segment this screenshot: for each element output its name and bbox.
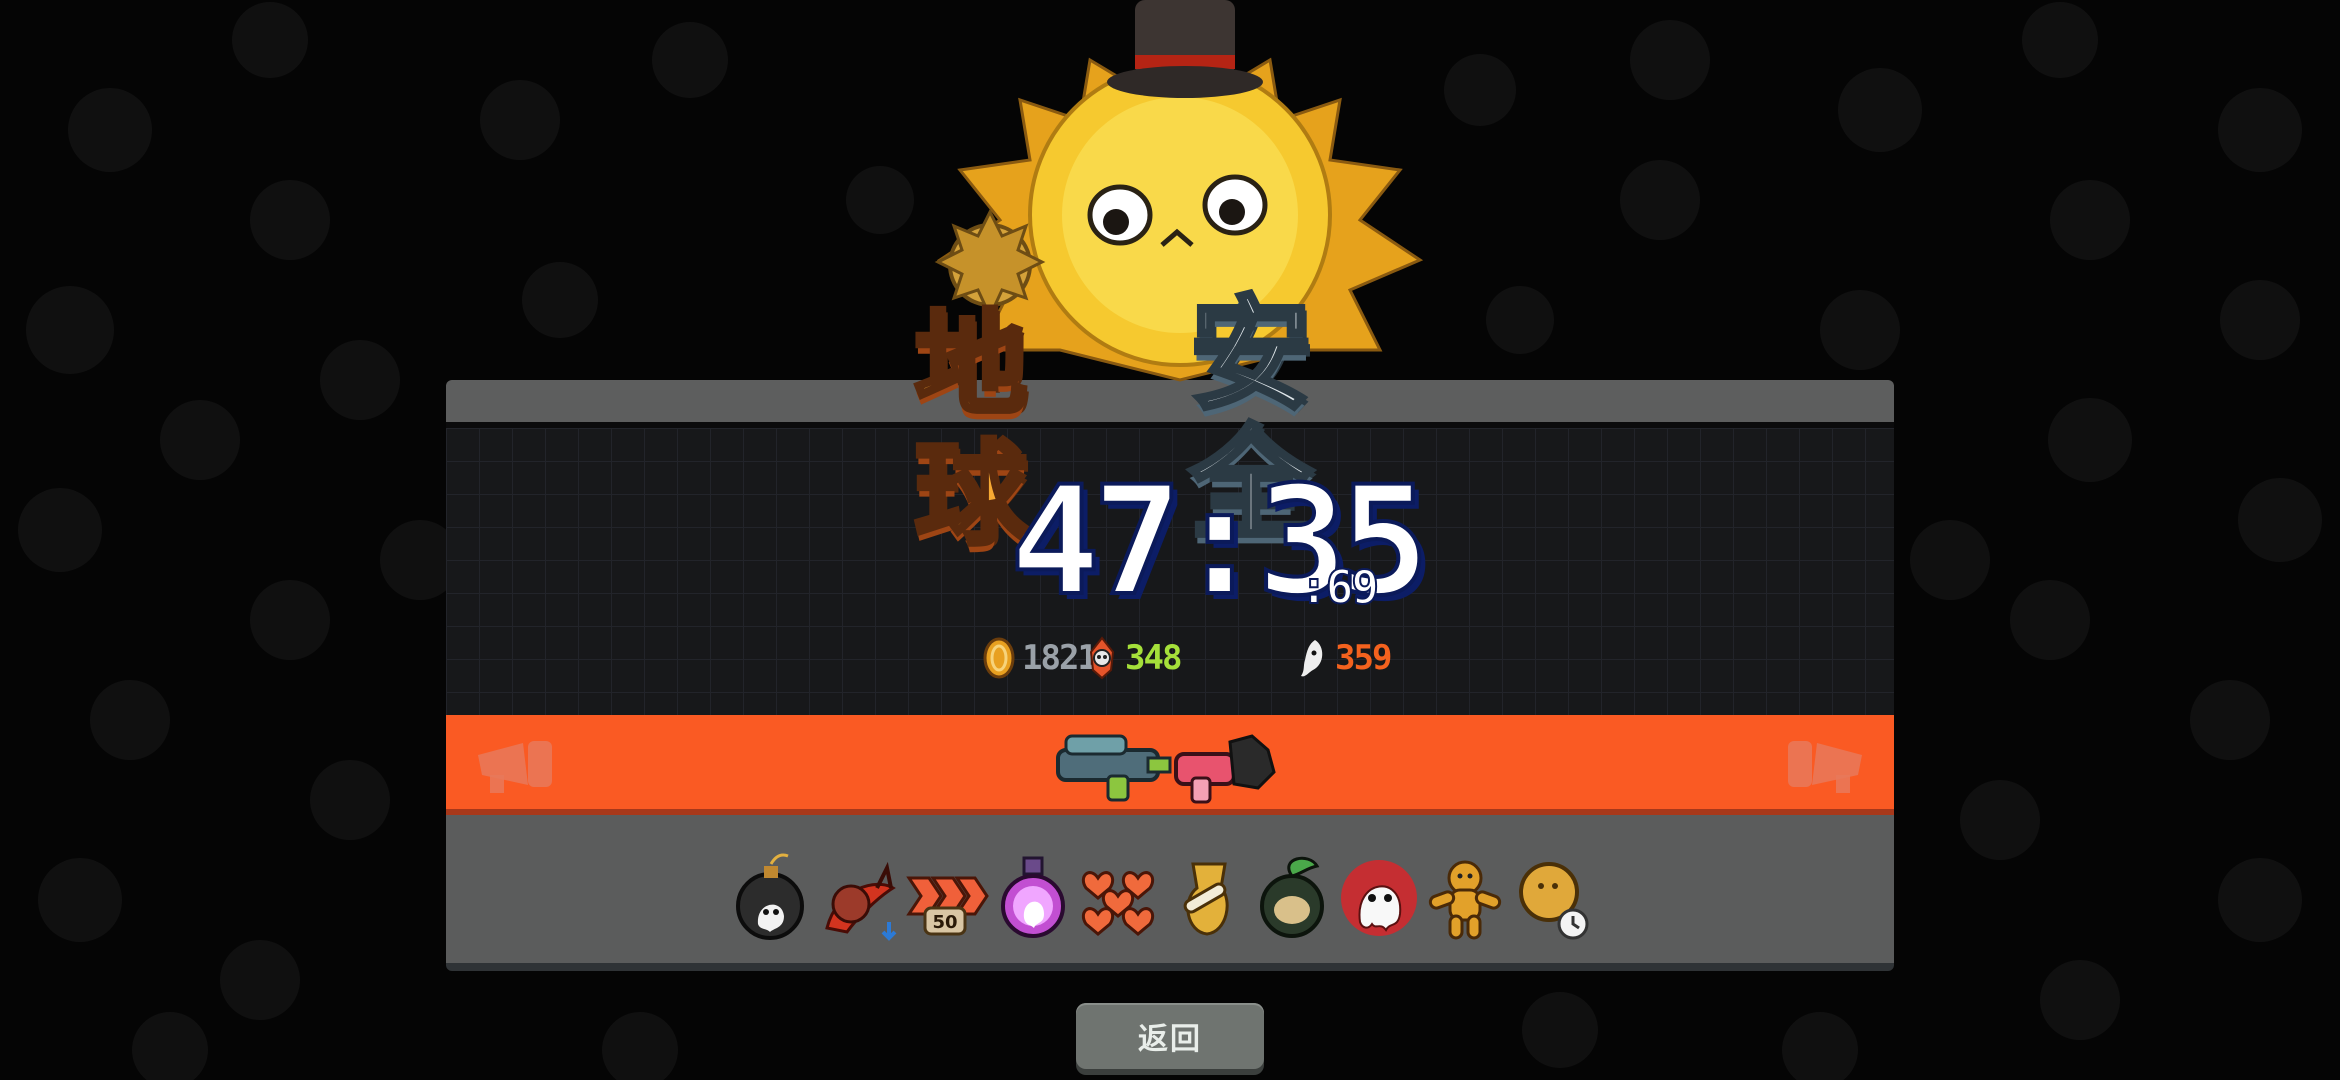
coin-count: 1821 xyxy=(982,636,1098,680)
kill-count: 348 xyxy=(1085,636,1182,680)
soul-count: 359 xyxy=(1295,636,1392,680)
run-timer: 47:35 :69 xyxy=(1008,460,1432,624)
banner-title-part1: 地球 xyxy=(913,298,1030,563)
chainsaw-gun-icon xyxy=(1174,734,1276,804)
collected-items: 50 xyxy=(730,848,1620,944)
back-button[interactable]: 返回 xyxy=(1076,1003,1264,1069)
soul-value: 359 xyxy=(1335,638,1392,678)
item-badge: 50 xyxy=(932,912,957,933)
ghost-flame-icon[interactable] xyxy=(1336,848,1422,944)
dark-fruit-icon[interactable] xyxy=(1249,848,1335,944)
megaphone-left-icon xyxy=(478,741,552,793)
soul-drop-icon xyxy=(1301,640,1323,677)
snail-chili-icon[interactable] xyxy=(817,848,903,944)
rocket-launcher-icon xyxy=(1056,734,1172,802)
ghost-potion-icon[interactable] xyxy=(990,848,1076,944)
bone-gourd-icon[interactable] xyxy=(1163,848,1249,944)
skull-flame-icon xyxy=(1089,636,1115,680)
weapons-list xyxy=(1056,734,1276,804)
hearts-cluster-icon[interactable] xyxy=(1076,848,1162,944)
coin-icon xyxy=(983,637,1015,679)
kill-value: 348 xyxy=(1125,638,1182,678)
speed-arrows-50-icon[interactable]: 50 xyxy=(903,848,989,944)
gingerbread-man-icon[interactable] xyxy=(1422,848,1508,944)
cookie-timer-icon[interactable] xyxy=(1509,848,1595,944)
ghost-bomb-icon[interactable] xyxy=(730,848,816,944)
timer-ms: :69 xyxy=(1299,560,1380,614)
megaphone-right-icon xyxy=(1788,741,1862,793)
